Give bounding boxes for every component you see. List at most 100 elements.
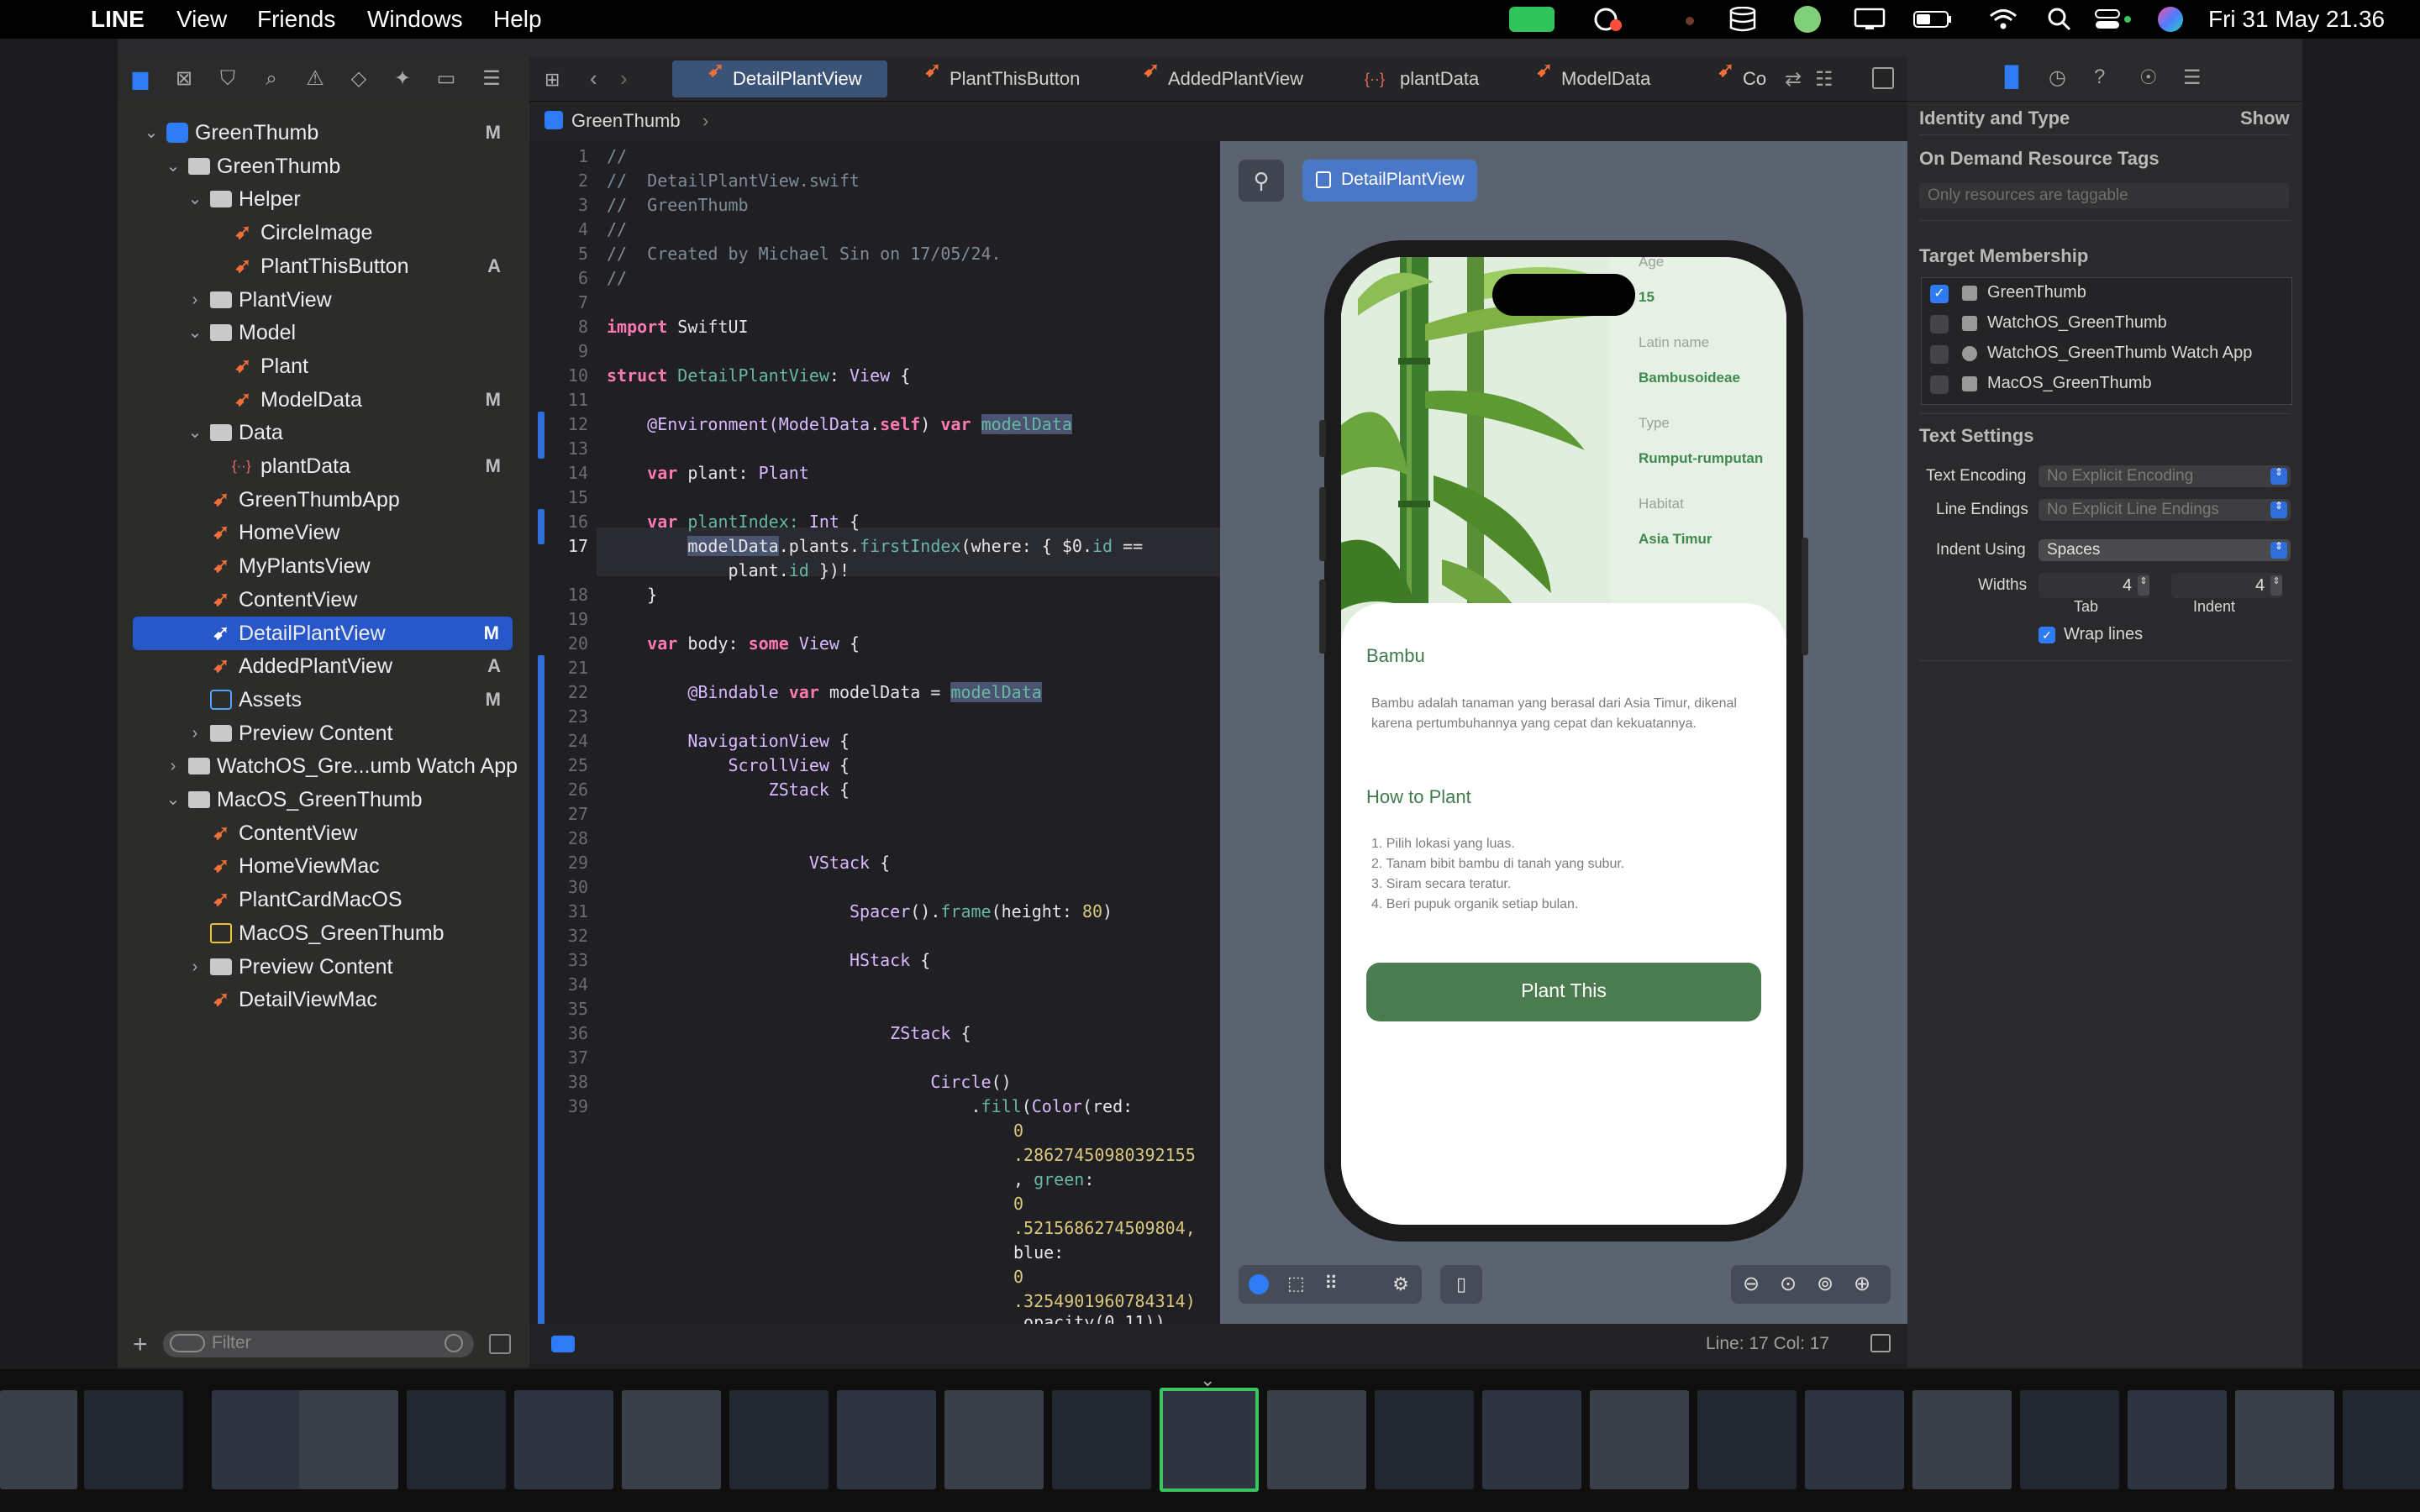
tree-item[interactable]: ⌄ Model xyxy=(118,316,529,349)
tab-detailplantview[interactable]: ➹ DetailPlantView xyxy=(672,60,887,97)
chevron-down-icon[interactable]: ⌄ xyxy=(185,316,205,349)
window-thumbnail[interactable] xyxy=(1052,1390,1151,1489)
report-icon[interactable]: ☰ xyxy=(479,67,504,91)
chevron-down-icon[interactable]: ⌄ xyxy=(185,416,205,449)
display-icon[interactable] xyxy=(1854,7,1886,32)
source-editor[interactable]: 1 2 3 4 5 6 7 8 9 10 11 12 13 14 15 16 17 18 19 20 21 22 23 24 2… xyxy=(529,141,1220,1324)
menu-view[interactable]: View xyxy=(176,0,227,39)
plant-this-button[interactable]: Plant This xyxy=(1366,963,1761,1021)
database-icon[interactable] xyxy=(1728,6,1758,32)
tree-item[interactable]: › WatchOS_Gre...umb Watch App xyxy=(118,749,529,783)
attributes-icon[interactable]: ☰ xyxy=(2183,66,2202,90)
window-thumbnail[interactable] xyxy=(944,1390,1044,1489)
target-checkbox[interactable]: ✓ xyxy=(1930,285,1949,303)
window-thumbnail[interactable] xyxy=(837,1390,936,1489)
tree-item[interactable]: Assets M xyxy=(118,683,529,717)
grid-icon[interactable]: ⊞ xyxy=(544,69,560,91)
source-control-filter-icon[interactable] xyxy=(489,1334,511,1354)
zoom-in-icon[interactable]: ⊕ xyxy=(1854,1272,1870,1296)
window-thumbnail[interactable] xyxy=(622,1390,721,1489)
tab-overflow[interactable]: ➹ Co xyxy=(1718,60,1776,97)
back-icon[interactable]: ‹ xyxy=(590,66,597,92)
toggle-panel-icon[interactable] xyxy=(1870,1334,1891,1352)
window-thumbnail[interactable] xyxy=(514,1390,613,1489)
live-preview-icon[interactable] xyxy=(1249,1274,1269,1294)
window-thumbnail[interactable] xyxy=(1375,1390,1474,1489)
window-thumbnail[interactable] xyxy=(2343,1390,2420,1489)
control-center-icon[interactable] xyxy=(2094,7,2133,32)
tree-item[interactable]: ➹ DetailPlantView M xyxy=(133,616,513,650)
window-thumbnail[interactable] xyxy=(1160,1388,1259,1492)
tab-modeldata[interactable]: ➹ ModelData xyxy=(1536,60,1662,97)
tab-addedplantview[interactable]: ➹ AddedPlantView xyxy=(1143,60,1328,97)
odr-tags-field[interactable]: Only resources are taggable xyxy=(1919,183,2289,208)
window-thumbnail[interactable] xyxy=(729,1390,829,1489)
tree-item[interactable]: ➹ PlantCardMacOS xyxy=(118,883,529,916)
preview-device-chip[interactable]: DetailPlantView xyxy=(1302,160,1477,202)
window-thumbnail[interactable] xyxy=(1805,1390,1904,1489)
chevron-right-icon[interactable]: › xyxy=(185,717,205,750)
chevron-down-icon[interactable]: ⌄ xyxy=(141,116,161,150)
window-thumbnail[interactable] xyxy=(212,1390,311,1489)
add-icon[interactable]: + xyxy=(133,1331,148,1359)
window-thumbnail[interactable] xyxy=(2128,1390,2227,1489)
test-icon[interactable]: ◇ xyxy=(346,67,371,91)
swap-icon[interactable]: ⇄ xyxy=(1785,67,1802,92)
help-icon[interactable]: ? xyxy=(2094,66,2105,89)
window-thumbnail[interactable] xyxy=(1482,1390,1581,1489)
window-thumbnail[interactable] xyxy=(407,1390,506,1489)
chevron-down-icon[interactable]: ⌄ xyxy=(163,783,183,816)
device-icon[interactable]: ▯ xyxy=(1440,1265,1482,1304)
tree-item[interactable]: ⌄ MacOS_GreenThumb xyxy=(118,783,529,816)
zoom-out-icon[interactable]: ⊖ xyxy=(1743,1272,1760,1296)
tree-item[interactable]: ➹ Plant xyxy=(118,349,529,383)
issue-icon[interactable]: ⚠ xyxy=(302,67,328,91)
bookmark-icon[interactable]: ⛉ xyxy=(215,67,240,91)
tree-item[interactable]: ➹ PlantThisButton A xyxy=(118,249,529,283)
menu-help[interactable]: Help xyxy=(493,0,542,39)
indent-using-popup[interactable]: Spaces ⇕ xyxy=(2039,539,2291,561)
menu-friends[interactable]: Friends xyxy=(257,0,335,39)
tab-plantdata[interactable]: {··} plantData xyxy=(1365,60,1491,97)
zoom-actual-icon[interactable]: ⊚ xyxy=(1817,1272,1833,1296)
tree-item[interactable]: ➹ HomeViewMac xyxy=(118,849,529,883)
tree-item[interactable]: ⌄ GreenThumb M xyxy=(118,116,529,150)
chevron-down-icon[interactable]: ⌄ xyxy=(185,182,205,216)
target-checkbox[interactable] xyxy=(1930,345,1949,364)
jumpbar-project[interactable]: GreenThumb xyxy=(571,110,681,132)
tab-plantthisbutton[interactable]: ➹ PlantThisButton xyxy=(924,60,1109,97)
window-thumbnail[interactable] xyxy=(1590,1390,1689,1489)
tree-item[interactable]: ⌄ GreenThumb xyxy=(118,150,529,183)
tree-item[interactable]: ➹ ContentView xyxy=(118,583,529,617)
editor-options-icon[interactable]: ☷ xyxy=(1815,67,1833,92)
tree-item[interactable]: ⌄ Helper xyxy=(118,182,529,216)
tree-item[interactable]: ➹ DetailViewMac xyxy=(118,983,529,1016)
tree-item[interactable]: ➹ ModelData M xyxy=(118,383,529,417)
debug-area-icon[interactable] xyxy=(551,1336,575,1352)
tree-item[interactable]: ➹ MyPlantsView xyxy=(118,549,529,583)
window-thumbnail[interactable] xyxy=(2235,1390,2334,1489)
chevron-right-icon[interactable]: › xyxy=(163,749,183,783)
find-icon[interactable]: ⌕ xyxy=(259,67,284,91)
identity-show-button[interactable]: Show xyxy=(2240,108,2290,129)
zoom-fit-icon[interactable]: ⊙ xyxy=(1780,1272,1797,1296)
tree-item[interactable]: MacOS_GreenThumb xyxy=(118,916,529,950)
tree-item[interactable]: ⌄ Data xyxy=(118,416,529,449)
tree-item[interactable]: ➹ HomeView xyxy=(118,516,529,549)
wifi-icon[interactable] xyxy=(1988,7,2018,32)
encoding-popup[interactable]: No Explicit Encoding ⇕ xyxy=(2039,465,2291,487)
select-mode-icon[interactable]: ⬚ xyxy=(1287,1273,1305,1294)
stepper-icon[interactable]: ⇕ xyxy=(2138,575,2149,596)
screen-record-icon[interactable] xyxy=(1591,7,1624,32)
window-thumbnail[interactable] xyxy=(1912,1390,2012,1489)
debug-icon[interactable]: ✦ xyxy=(390,67,415,91)
tree-item[interactable]: ➹ CircleImage xyxy=(118,216,529,249)
line-endings-popup[interactable]: No Explicit Line Endings ⇕ xyxy=(2039,499,2291,521)
chevron-right-icon[interactable]: › xyxy=(185,950,205,984)
window-thumbnail[interactable] xyxy=(299,1390,398,1489)
tree-item[interactable]: ➹ GreenThumbApp xyxy=(118,483,529,517)
window-thumbnail[interactable] xyxy=(2020,1390,2119,1489)
source-control-icon[interactable]: ⊠ xyxy=(171,67,197,91)
filter-field[interactable]: Filter xyxy=(163,1331,474,1357)
battery-icon[interactable] xyxy=(1912,7,1954,32)
